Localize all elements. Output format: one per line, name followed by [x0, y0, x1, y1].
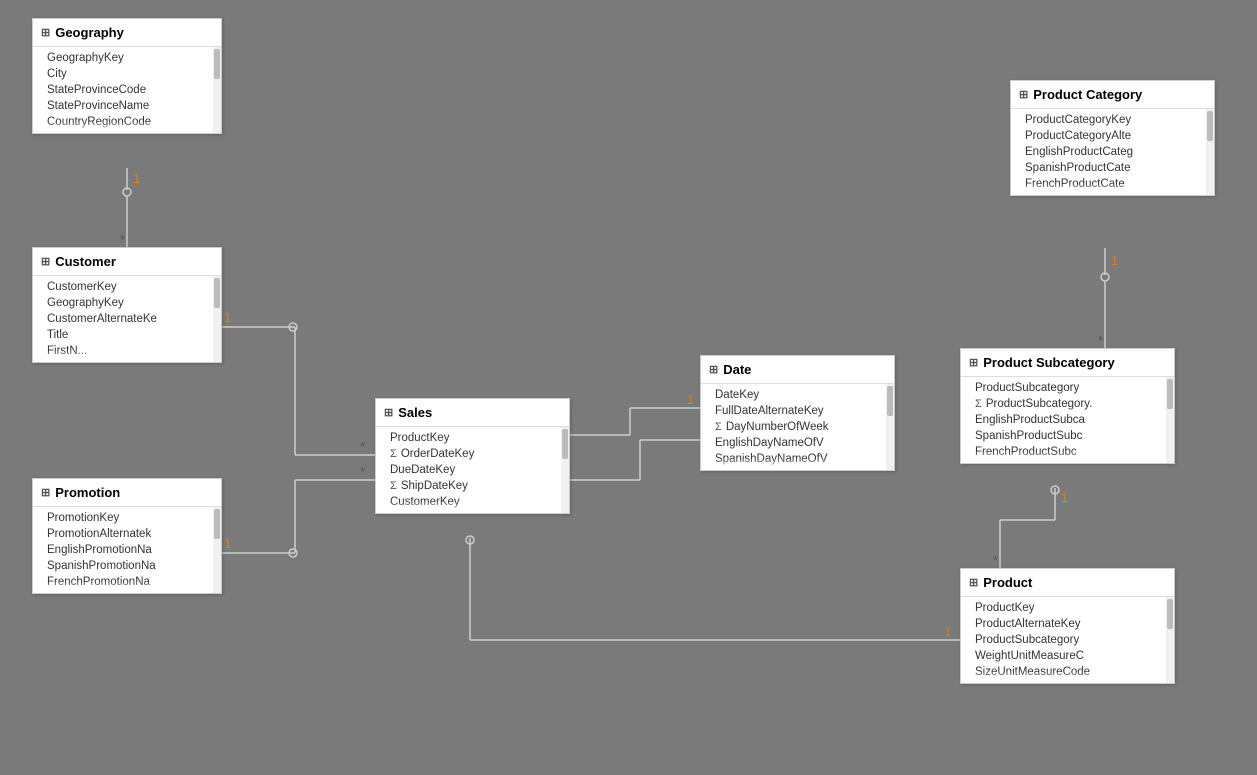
list-item[interactable]: ΣDayNumberOfWeek [701, 419, 894, 435]
table-body-promotion: PromotionKey PromotionAlternatek English… [33, 507, 221, 593]
table-icon-sales: ⊞ [384, 406, 393, 419]
list-item[interactable]: Title [33, 327, 221, 343]
list-item[interactable]: FullDateAlternateKey [701, 403, 894, 419]
list-item[interactable]: EnglishProductSubca [961, 412, 1174, 428]
list-item[interactable]: CustomerKey [33, 279, 221, 295]
list-item[interactable]: StateProvinceCode [33, 82, 221, 98]
svg-text:*: * [360, 464, 365, 479]
table-promotion[interactable]: ⊞ Promotion PromotionKey PromotionAltern… [32, 478, 222, 594]
svg-text:1: 1 [944, 624, 951, 639]
list-item[interactable]: SpanishProductCate [1011, 160, 1214, 176]
table-body-product: ProductKey ProductAlternateKey ProductSu… [961, 597, 1174, 683]
table-header-date: ⊞ Date [701, 356, 894, 384]
list-item[interactable]: ProductCategoryKey [1011, 112, 1214, 128]
list-item[interactable]: SpanishPromotionNa [33, 558, 221, 574]
sigma-icon: Σ [975, 398, 982, 410]
table-header-product-subcategory: ⊞ Product Subcategory [961, 349, 1174, 377]
svg-text:*: * [1098, 333, 1103, 348]
table-geography[interactable]: ⊞ Geography GeographyKey City StateProvi… [32, 18, 222, 134]
table-title-geography: Geography [55, 25, 124, 40]
table-body-date: DateKey FullDateAlternateKey ΣDayNumberO… [701, 384, 894, 470]
table-header-sales: ⊞ Sales [376, 399, 569, 427]
table-title-promotion: Promotion [55, 485, 120, 500]
table-icon-customer: ⊞ [41, 255, 50, 268]
list-item[interactable]: PromotionAlternatek [33, 526, 221, 542]
list-item[interactable]: DueDateKey [376, 462, 569, 478]
table-title-sales: Sales [398, 405, 432, 420]
table-body-product-category: ProductCategoryKey ProductCategoryAlte E… [1011, 109, 1214, 195]
table-body-customer: CustomerKey GeographyKey CustomerAlterna… [33, 276, 221, 362]
svg-text:*: * [360, 439, 365, 454]
list-item[interactable]: ProductSubcategory [961, 380, 1174, 396]
svg-text:1: 1 [133, 171, 140, 186]
table-customer[interactable]: ⊞ Customer CustomerKey GeographyKey Cust… [32, 247, 222, 363]
table-header-product: ⊞ Product [961, 569, 1174, 597]
list-item[interactable]: PromotionKey [33, 510, 221, 526]
table-product-subcategory[interactable]: ⊞ Product Subcategory ProductSubcategory… [960, 348, 1175, 464]
svg-text:1: 1 [1061, 490, 1068, 505]
table-header-product-category: ⊞ Product Category [1011, 81, 1214, 109]
list-item[interactable]: GeographyKey [33, 50, 221, 66]
table-title-date: Date [723, 362, 751, 377]
list-item[interactable]: ProductAlternateKey [961, 616, 1174, 632]
table-title-customer: Customer [55, 254, 116, 269]
list-item[interactable]: SpanishProductSubc [961, 428, 1174, 444]
list-item[interactable]: EnglishProductCateg [1011, 144, 1214, 160]
list-item[interactable]: ProductKey [961, 600, 1174, 616]
svg-text:*: * [120, 232, 125, 247]
table-icon-product-subcategory: ⊞ [969, 356, 978, 369]
svg-text:1: 1 [224, 536, 231, 551]
table-product[interactable]: ⊞ Product ProductKey ProductAlternateKey… [960, 568, 1175, 684]
list-item[interactable]: CustomerAlternateKe [33, 311, 221, 327]
list-item[interactable]: ΣProductSubcategory. [961, 396, 1174, 412]
table-icon-geography: ⊞ [41, 26, 50, 39]
list-item[interactable]: DateKey [701, 387, 894, 403]
table-icon-product-category: ⊞ [1019, 88, 1028, 101]
diagram-canvas: 1 * 1 * 1 * * 1 * 1 1 [0, 0, 1257, 775]
list-item[interactable]: EnglishDayNameOfV [701, 435, 894, 451]
list-item[interactable]: GeographyKey [33, 295, 221, 311]
list-item[interactable]: City [33, 66, 221, 82]
table-body-product-subcategory: ProductSubcategory ΣProductSubcategory. … [961, 377, 1174, 463]
table-title-product-subcategory: Product Subcategory [983, 355, 1114, 370]
list-item[interactable]: ΣOrderDateKey [376, 446, 569, 462]
list-item[interactable]: ProductKey [376, 430, 569, 446]
svg-text:1: 1 [224, 310, 231, 325]
sigma-icon: Σ [715, 421, 722, 433]
sigma-icon: Σ [390, 480, 397, 492]
table-header-promotion: ⊞ Promotion [33, 479, 221, 507]
svg-text:1: 1 [1111, 253, 1118, 268]
svg-text:*: * [993, 553, 998, 568]
list-item[interactable]: ΣShipDateKey [376, 478, 569, 494]
list-item[interactable]: ProductSubcategory [961, 632, 1174, 648]
svg-text:1: 1 [687, 392, 694, 407]
table-header-geography: ⊞ Geography [33, 19, 221, 47]
table-icon-date: ⊞ [709, 363, 718, 376]
table-sales[interactable]: ⊞ Sales ProductKey ΣOrderDateKey DueDate… [375, 398, 570, 514]
table-icon-promotion: ⊞ [41, 486, 50, 499]
table-body-sales: ProductKey ΣOrderDateKey DueDateKey ΣShi… [376, 427, 569, 513]
table-body-geography: GeographyKey City StateProvinceCode Stat… [33, 47, 221, 133]
table-header-customer: ⊞ Customer [33, 248, 221, 276]
table-product-category[interactable]: ⊞ Product Category ProductCategoryKey Pr… [1010, 80, 1215, 196]
list-item[interactable]: StateProvinceName [33, 98, 221, 114]
table-title-product-category: Product Category [1033, 87, 1142, 102]
table-date[interactable]: ⊞ Date DateKey FullDateAlternateKey ΣDay… [700, 355, 895, 471]
list-item[interactable]: EnglishPromotionNa [33, 542, 221, 558]
sigma-icon: Σ [390, 448, 397, 460]
table-icon-product: ⊞ [969, 576, 978, 589]
list-item[interactable]: WeightUnitMeasureC [961, 648, 1174, 664]
table-title-product: Product [983, 575, 1032, 590]
list-item[interactable]: ProductCategoryAlte [1011, 128, 1214, 144]
